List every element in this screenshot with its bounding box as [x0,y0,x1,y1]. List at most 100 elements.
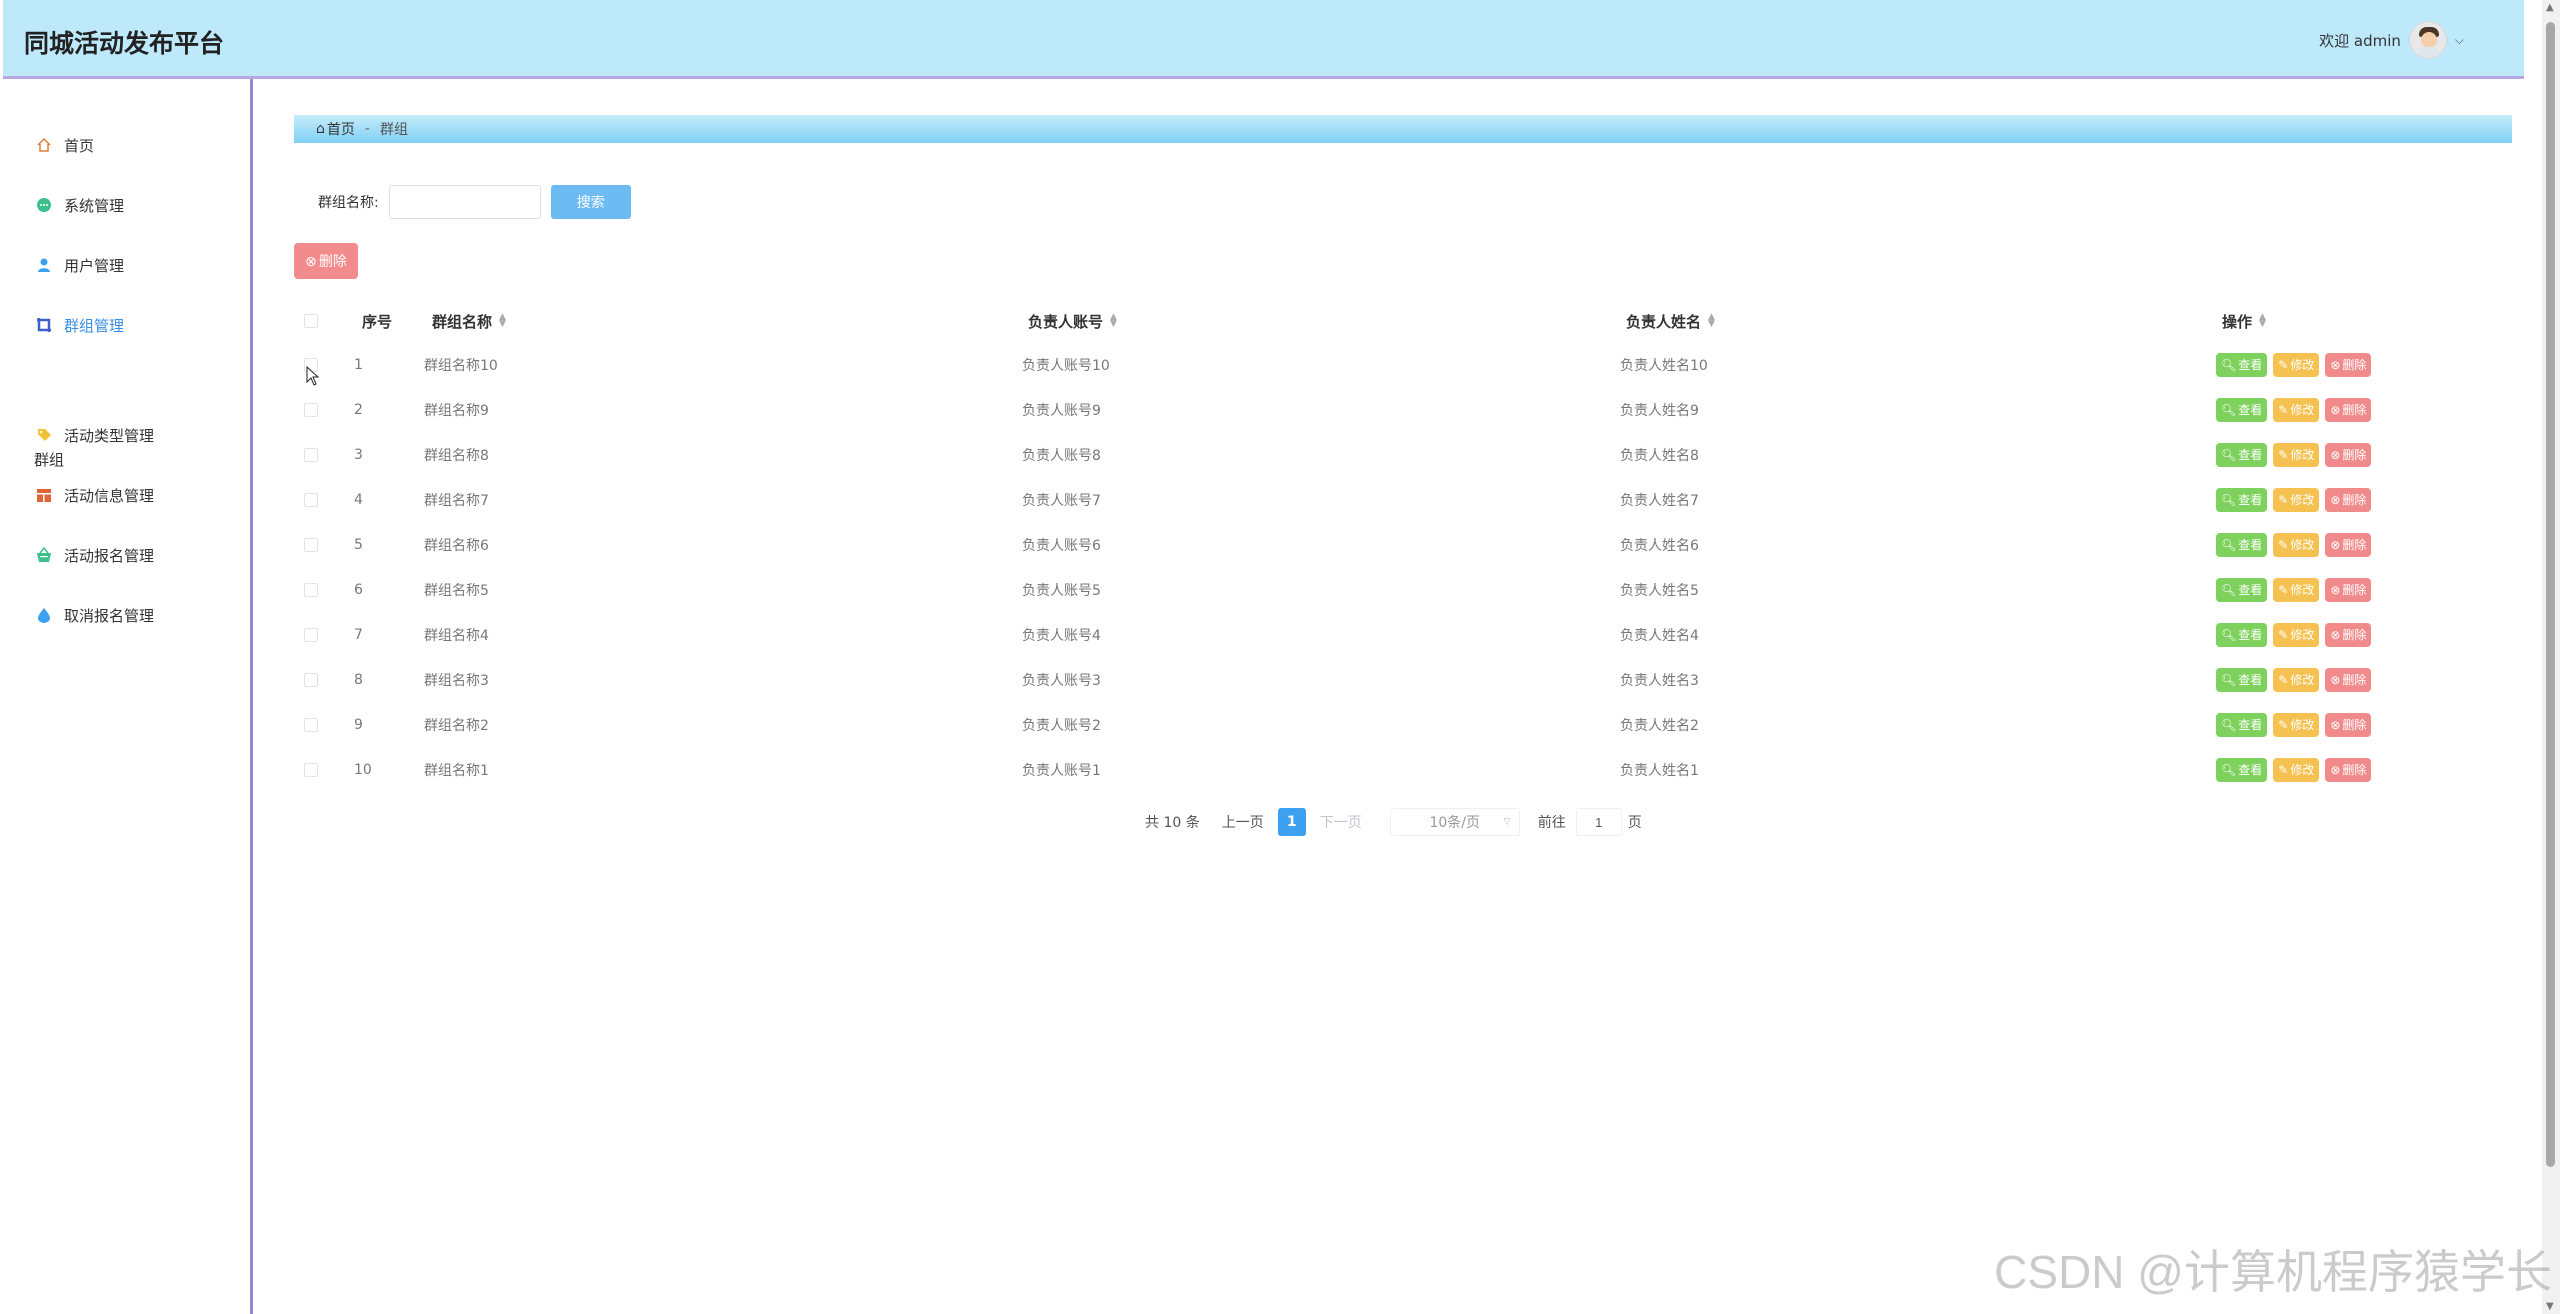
row-checkbox[interactable] [304,762,318,777]
sidebar-item-label: 群组管理 [64,316,125,335]
search-icon: 🔍︎ [2221,672,2237,687]
view-button[interactable]: 🔍︎ 查看 [2216,487,2268,512]
chevron-down-icon[interactable]: ⌵ [2455,33,2464,48]
edit-button[interactable]: ✎ 修改 [2273,532,2320,557]
search-button[interactable]: 搜索 [550,185,631,219]
bulk-delete-button[interactable]: ⊗ 删除 [294,243,358,279]
view-button[interactable]: 🔍︎ 查看 [2216,442,2268,467]
sidebar-item-label: 取消报名管理 [64,606,155,625]
edit-button[interactable]: ✎ 修改 [2273,712,2320,737]
sidebar-item-home[interactable]: 首页 [36,130,94,160]
prev-page-button[interactable]: 上一页 [1222,812,1264,832]
breadcrumb: ⌂ 首页 - 群组 [294,115,2512,143]
search-input[interactable] [388,185,541,219]
sidebar-item-activity-info[interactable]: 活动信息管理 [36,480,154,510]
scroll-down-icon[interactable]: ▼ [2546,1301,2554,1312]
pagination: 共 10 条 上一页 1 下一页 10条/页 ▽ 前往 页 [1145,808,1642,836]
view-button[interactable]: 🔍︎ 查看 [2216,577,2268,602]
page-size-value: 10条/页 [1429,815,1480,831]
header-name[interactable]: 群组名称 ▲ ▼ [432,300,506,342]
user-menu[interactable]: 欢迎 admin ⌵ [2319,20,2464,60]
next-page-button[interactable]: 下一页 [1320,812,1362,832]
view-button[interactable]: 🔍︎ 查看 [2216,532,2268,557]
delete-button[interactable]: ⊗ 删除 [2325,532,2372,557]
cell-name: 群组名称2 [424,717,489,734]
edit-button[interactable]: ✎ 修改 [2273,757,2320,782]
mouse-cursor-icon [306,366,320,386]
edit-button[interactable]: ✎ 修改 [2273,577,2320,602]
header-person[interactable]: 负责人姓名 ▲ ▼ [1626,300,1715,342]
edit-button[interactable]: ✎ 修改 [2273,622,2320,647]
sort-icon[interactable]: ▲ ▼ [1110,313,1117,329]
view-button[interactable]: 🔍︎ 查看 [2216,712,2268,737]
delete-button[interactable]: ⊗ 删除 [2325,712,2372,737]
row-checkbox[interactable] [304,537,318,552]
delete-button[interactable]: ⊗ 删除 [2325,352,2372,377]
edit-icon: ✎ [2278,762,2289,777]
view-button[interactable]: 🔍︎ 查看 [2216,622,2268,647]
search-icon: 🔍︎ [2221,402,2237,417]
cell-account: 负责人账号1 [1022,762,1101,779]
sidebar-item-cancellations[interactable]: 取消报名管理 [36,600,154,630]
delete-button[interactable]: ⊗ 删除 [2325,397,2372,422]
sidebar-item-activity-types[interactable]: 活动类型管理 [36,420,154,450]
sidebar-item-system[interactable]: 系统管理 [36,190,124,220]
row-checkbox[interactable] [304,717,318,732]
sidebar-item-users[interactable]: 用户管理 [36,250,124,280]
view-button[interactable]: 🔍︎ 查看 [2216,397,2268,422]
select-all-checkbox[interactable] [304,314,318,328]
edit-button[interactable]: ✎ 修改 [2273,442,2320,467]
close-circle-icon: ⊗ [2330,537,2341,552]
edit-button[interactable]: ✎ 修改 [2273,352,2320,377]
group-icon [37,318,51,332]
cell-actions: 🔍︎ 查看 ✎ 修改 ⊗ 删除 [2216,567,2377,612]
edit-button[interactable]: ✎ 修改 [2273,667,2320,692]
delete-button[interactable]: ⊗ 删除 [2325,757,2372,782]
row-checkbox[interactable] [304,672,318,687]
cell-actions: 🔍︎ 查看 ✎ 修改 ⊗ 删除 [2216,612,2377,657]
header-ops[interactable]: 操作 ▲ ▼ [2222,300,2266,342]
delete-button[interactable]: ⊗ 删除 [2325,577,2372,602]
view-button[interactable]: 🔍︎ 查看 [2216,667,2268,692]
edit-button[interactable]: ✎ 修改 [2273,397,2320,422]
cell-index: 10 [354,761,372,778]
scroll-up-icon[interactable]: ▲ [2546,2,2554,13]
cell-name: 群组名称9 [424,402,489,419]
search-icon: 🔍︎ [2221,357,2237,372]
cell-actions: 🔍︎ 查看 ✎ 修改 ⊗ 删除 [2216,747,2377,792]
sort-icon[interactable]: ▲ ▼ [499,313,506,329]
row-checkbox[interactable] [304,627,318,642]
cell-name: 群组名称8 [424,447,489,464]
cell-account: 负责人账号8 [1022,447,1101,464]
cell-person: 负责人姓名8 [1620,447,1699,464]
close-circle-icon: ⊗ [2330,762,2341,777]
cell-index: 2 [354,401,363,418]
vertical-scrollbar[interactable]: ▲ ▼ [2542,0,2560,1314]
cell-index: 7 [354,626,363,643]
row-checkbox[interactable] [304,447,318,462]
row-checkbox[interactable] [304,402,318,417]
header-account[interactable]: 负责人账号 ▲ ▼ [1028,300,1117,342]
row-checkbox[interactable] [304,492,318,507]
sort-icon[interactable]: ▲ ▼ [2259,313,2266,329]
scrollbar-thumb[interactable] [2546,22,2555,1167]
close-circle-icon: ⊗ [2330,672,2341,687]
page-size-select[interactable]: 10条/页 ▽ [1389,808,1520,836]
delete-button[interactable]: ⊗ 删除 [2325,667,2372,692]
row-checkbox[interactable] [304,582,318,597]
cell-person: 负责人姓名9 [1620,402,1699,419]
delete-button[interactable]: ⊗ 删除 [2325,622,2372,647]
breadcrumb-home[interactable]: 首页 [327,119,355,139]
view-button[interactable]: 🔍︎ 查看 [2216,757,2268,782]
delete-button[interactable]: ⊗ 删除 [2325,487,2372,512]
sidebar-item-signups[interactable]: 活动报名管理 [36,540,154,570]
view-button[interactable]: 🔍︎ 查看 [2216,352,2268,377]
sort-icon[interactable]: ▲ ▼ [1708,313,1715,329]
goto-page-input[interactable] [1575,808,1622,836]
avatar[interactable] [2408,21,2447,59]
edit-button[interactable]: ✎ 修改 [2273,487,2320,512]
delete-button[interactable]: ⊗ 删除 [2325,442,2372,467]
sidebar-item-groups[interactable]: 群组管理 [36,310,124,340]
edit-icon: ✎ [2278,537,2289,552]
page-number-current[interactable]: 1 [1277,808,1306,836]
